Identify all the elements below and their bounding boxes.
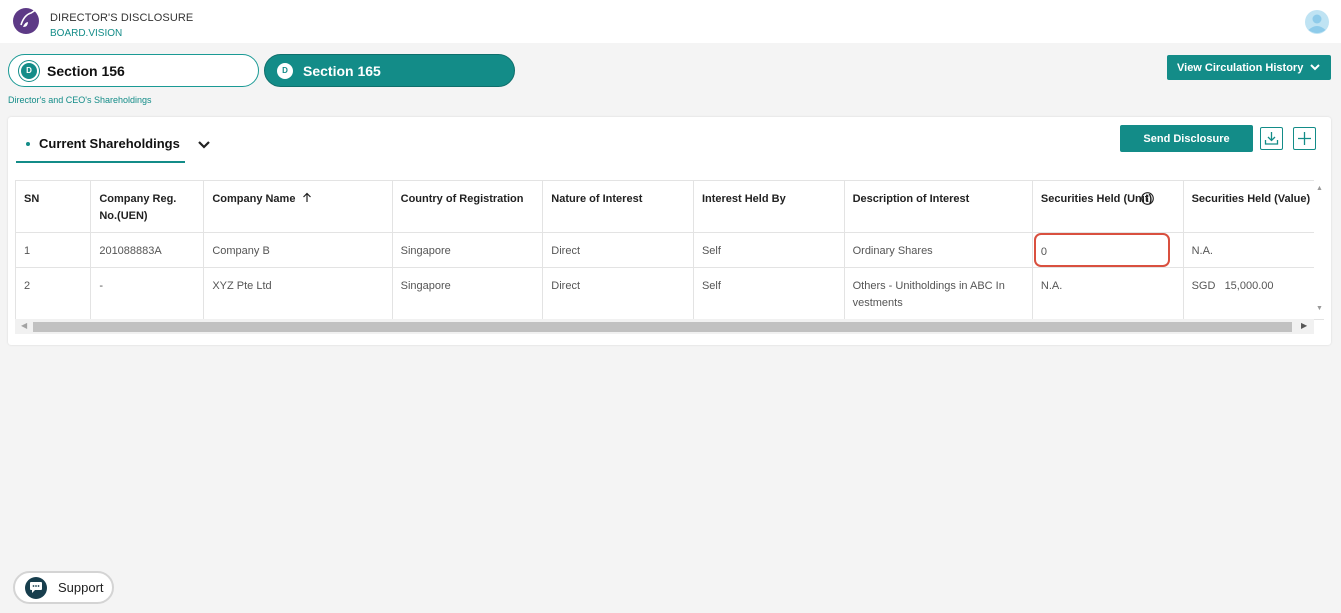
- table-cell: Singapore: [391, 232, 544, 268]
- tab-current-shareholdings[interactable]: Current Shareholdings: [16, 131, 185, 163]
- table-cell: Self: [692, 267, 845, 320]
- sort-ascending-icon[interactable]: [302, 192, 312, 203]
- scroll-up-arrow-icon[interactable]: ▲: [1316, 185, 1323, 192]
- column-header-securities-unit[interactable]: Securities Held (Unit): [1031, 180, 1184, 233]
- chat-bubble-icon: [25, 576, 47, 599]
- shareholdings-card: Current Shareholdings Send Disclosure SN: [8, 117, 1331, 345]
- tab-label: Current Shareholdings: [39, 136, 180, 151]
- column-header[interactable]: Company Reg. No.(UEN): [90, 180, 205, 233]
- scroll-left-arrow-icon[interactable]: ◀: [21, 321, 27, 330]
- bullet-dot: [26, 142, 30, 146]
- column-header-label: Company Name: [212, 193, 296, 205]
- table-cell: N.A.: [1031, 267, 1184, 320]
- view-history-label: View Circulation History: [1177, 61, 1304, 74]
- horizontal-scrollbar[interactable]: ◀ ▶: [15, 319, 1314, 334]
- view-circulation-history-button[interactable]: View Circulation History: [1167, 55, 1331, 80]
- table-cell: Ordinary Shares: [843, 232, 1033, 268]
- table-cell: 2: [15, 267, 92, 320]
- table-cell: N.A.: [1182, 232, 1324, 268]
- scroll-right-arrow-icon[interactable]: ▶: [1301, 321, 1307, 330]
- download-button[interactable]: [1260, 127, 1283, 150]
- table-cell: XYZ Pte Ltd: [203, 267, 393, 320]
- column-header[interactable]: Interest Held By: [692, 180, 845, 233]
- vertical-scrollbar[interactable]: ▲ ▼: [1314, 180, 1324, 317]
- table-cell: Singapore: [391, 267, 544, 320]
- user-avatar-icon[interactable]: [1305, 10, 1329, 34]
- app-subtitle: BOARD.VISION: [50, 28, 123, 39]
- securities-unit-cell[interactable]: 0: [1031, 232, 1184, 268]
- table-cell: Others - Unitholdings in ABC In vestment…: [843, 267, 1033, 320]
- chevron-down-icon[interactable]: [197, 139, 211, 151]
- send-disclosure-label: Send Disclosure: [1143, 132, 1230, 145]
- table-row[interactable]: 2 - XYZ Pte Ltd Singapore Direct Self Ot…: [15, 267, 1324, 320]
- shareholdings-table-container: SN Company Reg. No.(UEN) Company Name Co…: [15, 180, 1324, 338]
- column-header-company-name[interactable]: Company Name: [203, 180, 393, 233]
- page-subtitle: Director's and CEO's Shareholdings: [8, 95, 152, 105]
- table-row[interactable]: 1 201088883A Company B Singapore Direct …: [15, 232, 1324, 268]
- column-header-label: Securities Held (Value): [1191, 193, 1311, 205]
- chevron-down-icon: [1310, 64, 1320, 71]
- column-header[interactable]: SN: [15, 180, 92, 233]
- table-cell: Company B: [203, 232, 393, 268]
- app-logo-icon[interactable]: [11, 5, 45, 35]
- disclosure-badge-icon: D: [21, 62, 37, 79]
- table-header-row: SN Company Reg. No.(UEN) Company Name Co…: [15, 180, 1324, 233]
- table-cell: Direct: [542, 232, 694, 268]
- column-header-securities-value[interactable]: Securities Held (Value): [1182, 180, 1324, 233]
- download-icon: [1264, 132, 1279, 145]
- cell-value: 0: [1040, 246, 1048, 258]
- column-header[interactable]: Description of Interest: [843, 180, 1033, 233]
- table-cell: 201088883A: [90, 232, 205, 268]
- disclosure-badge-icon: D: [277, 62, 293, 79]
- table-cell: -: [90, 267, 205, 320]
- table-cell: 1: [15, 232, 92, 268]
- section-165-button[interactable]: D Section 165: [264, 54, 515, 87]
- app-title: DIRECTOR'S DISCLOSURE: [50, 12, 194, 24]
- table-cell: Self: [692, 232, 845, 268]
- section-156-button[interactable]: D Section 156: [8, 54, 259, 87]
- scroll-down-arrow-icon[interactable]: ▼: [1316, 305, 1323, 312]
- column-header[interactable]: Country of Registration: [391, 180, 544, 233]
- scrollbar-thumb[interactable]: [33, 322, 1292, 332]
- top-bar: DIRECTOR'S DISCLOSURE BOARD.VISION: [0, 0, 1341, 43]
- plus-icon: [1298, 132, 1311, 145]
- info-icon[interactable]: [1141, 192, 1154, 205]
- column-header[interactable]: Nature of Interest: [542, 180, 694, 233]
- add-shareholding-button[interactable]: [1293, 127, 1316, 150]
- support-label: Support: [58, 580, 104, 595]
- section-156-label: Section 156: [47, 62, 125, 79]
- send-disclosure-button[interactable]: Send Disclosure: [1120, 125, 1253, 152]
- section-165-label: Section 165: [303, 62, 381, 79]
- table-cell: SGD 15,000.00: [1182, 267, 1324, 320]
- highlight-box: [1033, 233, 1170, 267]
- table-cell: Direct: [542, 267, 694, 320]
- support-button[interactable]: Support: [13, 571, 114, 604]
- column-header-label: Securities Held (Unit): [1040, 193, 1153, 205]
- shareholdings-table: SN Company Reg. No.(UEN) Company Name Co…: [15, 180, 1324, 320]
